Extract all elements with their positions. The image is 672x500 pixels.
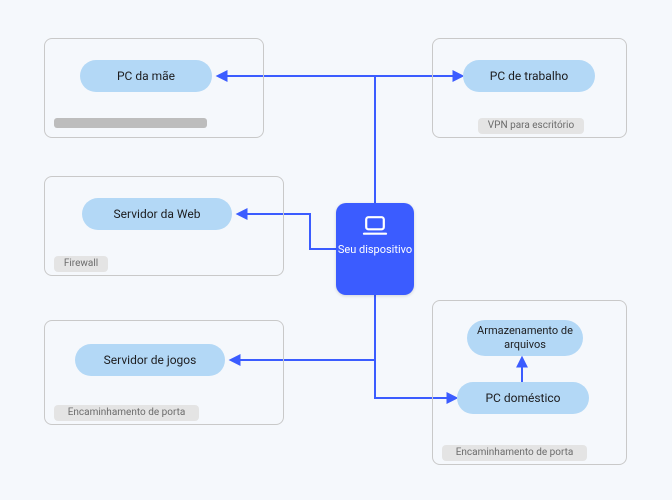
laptop-icon bbox=[361, 215, 389, 237]
pill-web-server: Servidor da Web bbox=[82, 198, 232, 230]
tag-port-forward-left: Encaminhamento de porta bbox=[54, 405, 199, 421]
tag-vpn-office: VPN para escritório bbox=[478, 118, 584, 134]
tag-label: Firewall bbox=[64, 258, 98, 269]
pill-home-pc: PC doméstico bbox=[457, 382, 589, 414]
pill-moms-pc: PC da mãe bbox=[80, 60, 212, 92]
pill-game-server: Servidor de jogos bbox=[75, 344, 225, 376]
pill-label: PC da mãe bbox=[117, 69, 175, 83]
pill-label: Armazenamento de arquivos bbox=[477, 324, 573, 352]
pill-label: Servidor da Web bbox=[114, 207, 201, 221]
tag-port-forward-right: Encaminhamento de porta bbox=[442, 445, 587, 461]
pill-work-pc: PC de trabalho bbox=[463, 60, 595, 92]
tag-firewall: Firewall bbox=[54, 256, 108, 272]
pill-label: Servidor de jogos bbox=[104, 353, 197, 367]
hub-label: Seu dispositivo bbox=[336, 243, 414, 257]
grey-placeholder-bar bbox=[54, 118, 207, 128]
pill-label: PC doméstico bbox=[485, 391, 560, 405]
pill-label: PC de trabalho bbox=[490, 69, 568, 83]
tag-label: VPN para escritório bbox=[488, 120, 574, 131]
diagram-stage: PC da mãe PC de trabalho VPN para escrit… bbox=[0, 0, 672, 500]
tag-label: Encaminhamento de porta bbox=[68, 407, 186, 418]
hub-your-device: Seu dispositivo bbox=[336, 203, 414, 295]
pill-file-storage: Armazenamento de arquivos bbox=[467, 320, 583, 356]
tag-label: Encaminhamento de porta bbox=[456, 447, 574, 458]
